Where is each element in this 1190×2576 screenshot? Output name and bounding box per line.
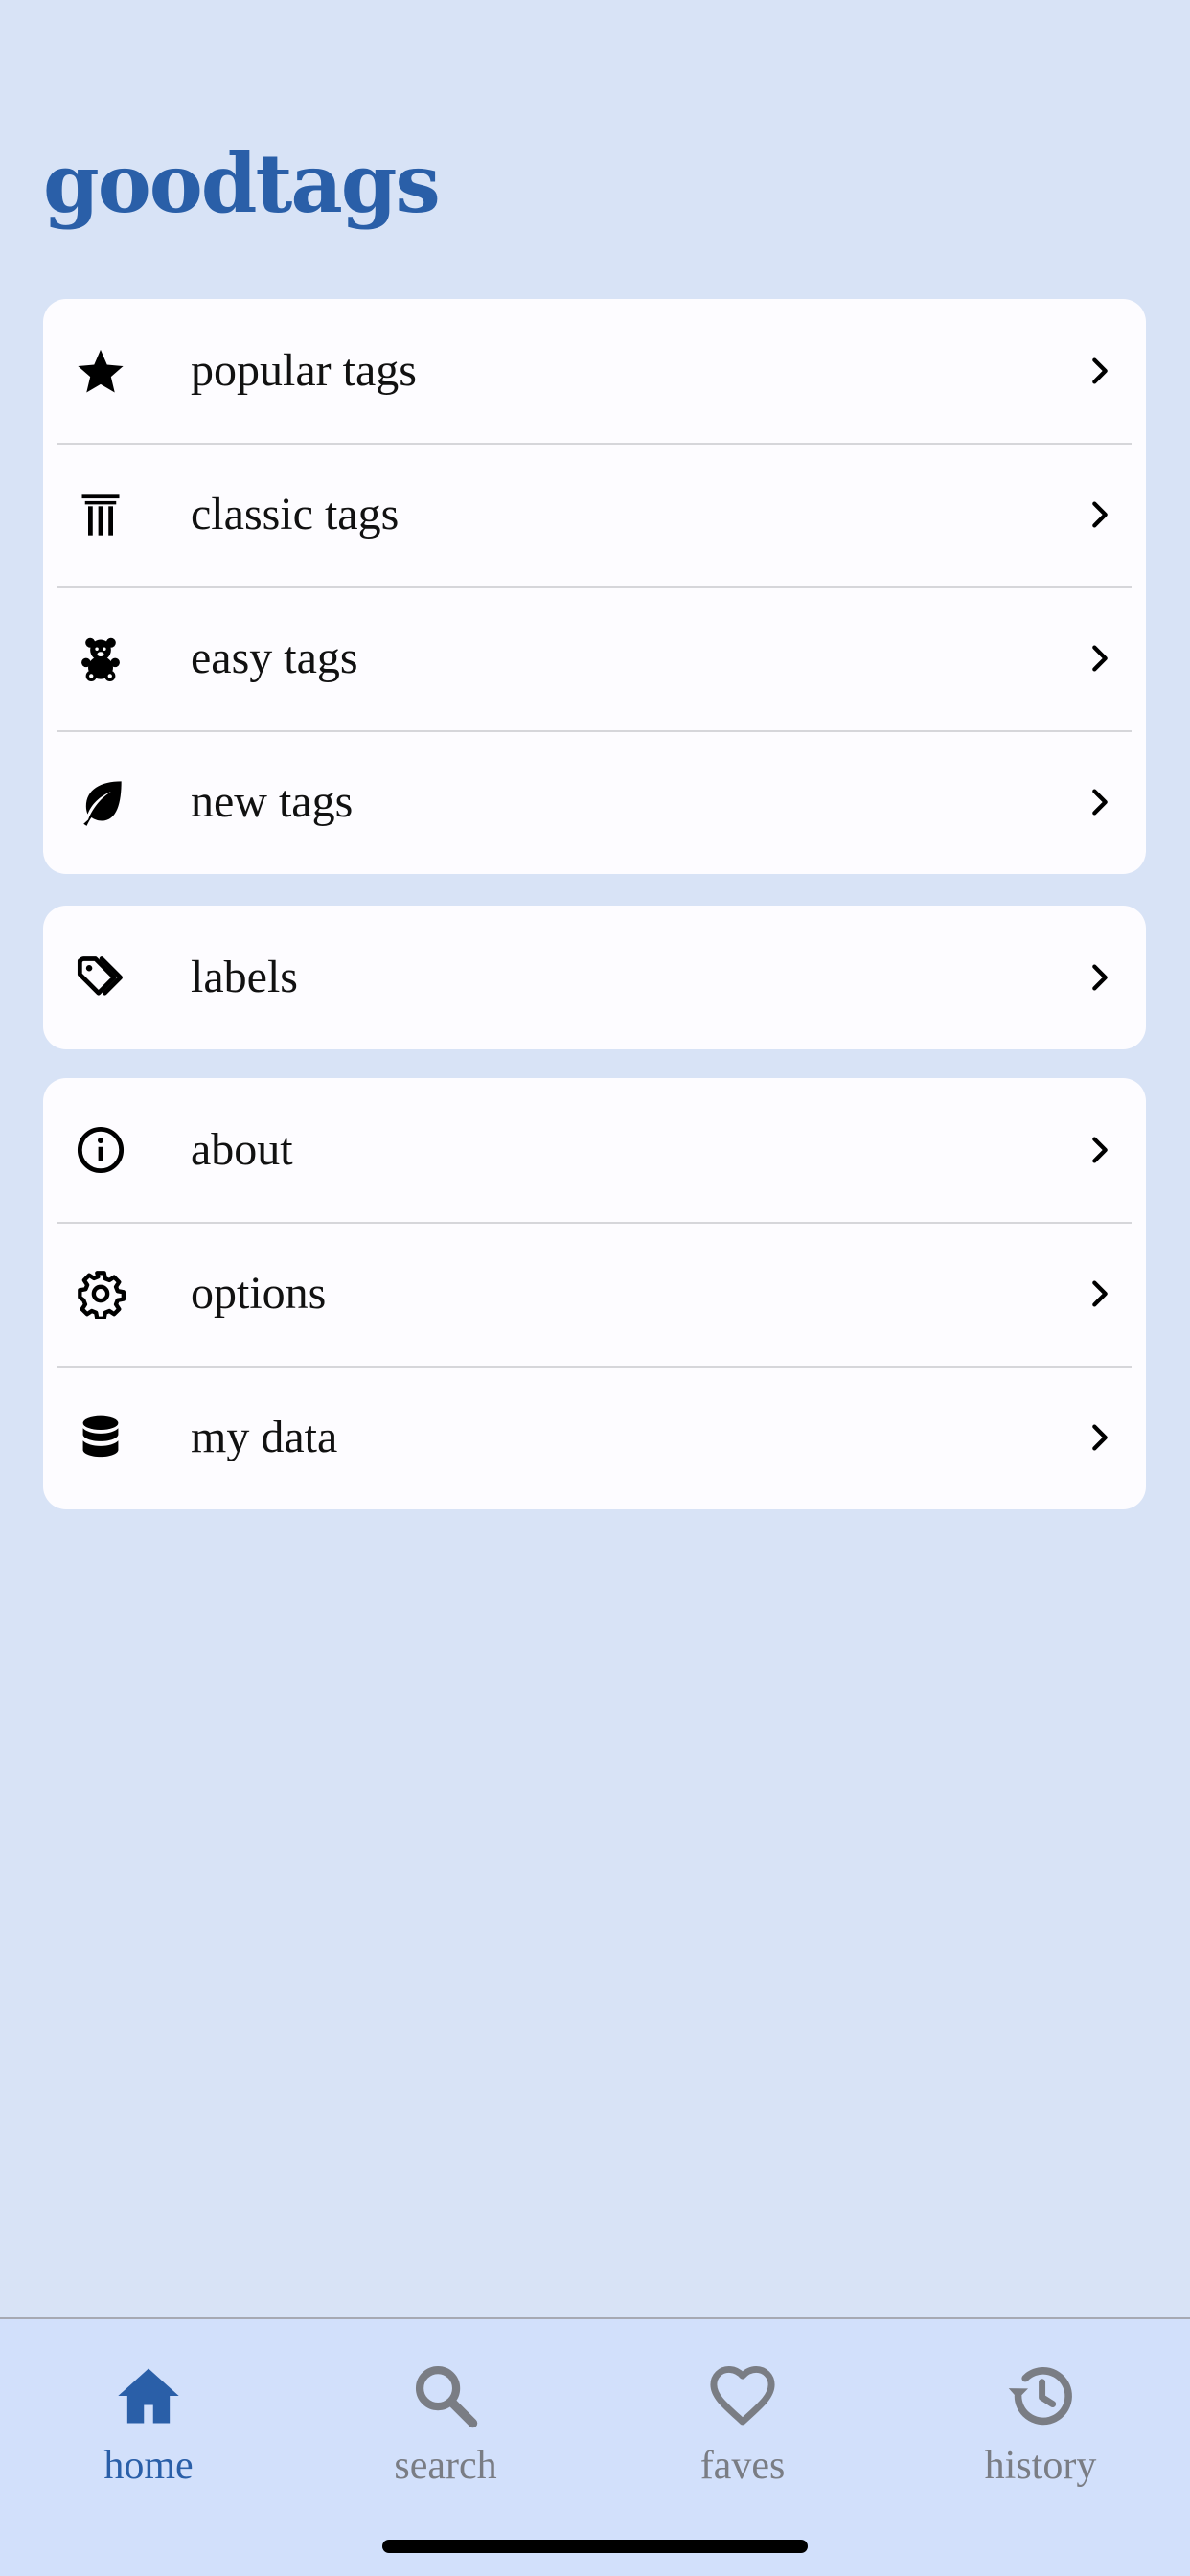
chevron-right-icon (1081, 1275, 1119, 1313)
chevron-right-icon (1081, 1418, 1119, 1457)
menu-item-label: popular tags (191, 345, 417, 396)
info-icon (72, 1121, 129, 1179)
menu-item-label: new tags (191, 776, 354, 827)
chevron-right-icon (1081, 958, 1119, 997)
teddy-bear-icon (72, 630, 129, 687)
column-icon (72, 486, 129, 543)
chevron-right-icon (1081, 639, 1119, 678)
menu-item-popular-tags[interactable]: popular tags (43, 299, 1146, 443)
chevron-right-icon (1081, 783, 1119, 821)
menu-item-easy-tags[interactable]: easy tags (43, 586, 1146, 730)
menu-card-tertiary: about options my data (43, 1078, 1146, 1509)
menu-item-label: labels (191, 952, 298, 1002)
heart-icon (706, 2359, 779, 2432)
menu-item-my-data[interactable]: my data (43, 1366, 1146, 1509)
search-icon (409, 2359, 482, 2432)
tab-label: home (103, 2444, 194, 2488)
tab-label: faves (699, 2444, 786, 2488)
history-icon (1004, 2359, 1077, 2432)
star-icon (72, 342, 129, 400)
menu-item-new-tags[interactable]: new tags (43, 730, 1146, 874)
tags-icon (72, 949, 129, 1006)
menu-item-labels[interactable]: labels (43, 906, 1146, 1049)
chevron-right-icon (1081, 1131, 1119, 1169)
menu-card-primary: popular tags classic tags easy tags new … (43, 299, 1146, 874)
tab-home[interactable]: home (0, 2319, 297, 2540)
menu-item-label: easy tags (191, 632, 358, 683)
chevron-right-icon (1081, 495, 1119, 534)
menu-item-label: classic tags (191, 489, 400, 540)
chevron-right-icon (1081, 352, 1119, 390)
home-indicator (382, 2540, 808, 2553)
tab-label: search (394, 2444, 497, 2488)
home-icon (112, 2359, 185, 2432)
menu-item-label: about (191, 1124, 293, 1175)
tab-search[interactable]: search (297, 2319, 594, 2540)
app-title: goodtags (43, 136, 441, 231)
menu-item-label: options (191, 1268, 327, 1319)
menu-item-classic-tags[interactable]: classic tags (43, 443, 1146, 586)
gear-icon (72, 1265, 129, 1322)
menu-card-secondary: labels (43, 906, 1146, 1049)
menu-item-label: my data (191, 1412, 338, 1462)
tab-label: history (984, 2444, 1097, 2488)
leaf-icon (72, 773, 129, 831)
tab-faves[interactable]: faves (594, 2319, 891, 2540)
menu-item-about[interactable]: about (43, 1078, 1146, 1222)
database-icon (72, 1409, 129, 1466)
tab-history[interactable]: history (892, 2319, 1189, 2540)
menu-item-options[interactable]: options (43, 1222, 1146, 1366)
bottom-tab-bar: home search faves history (0, 2317, 1190, 2576)
